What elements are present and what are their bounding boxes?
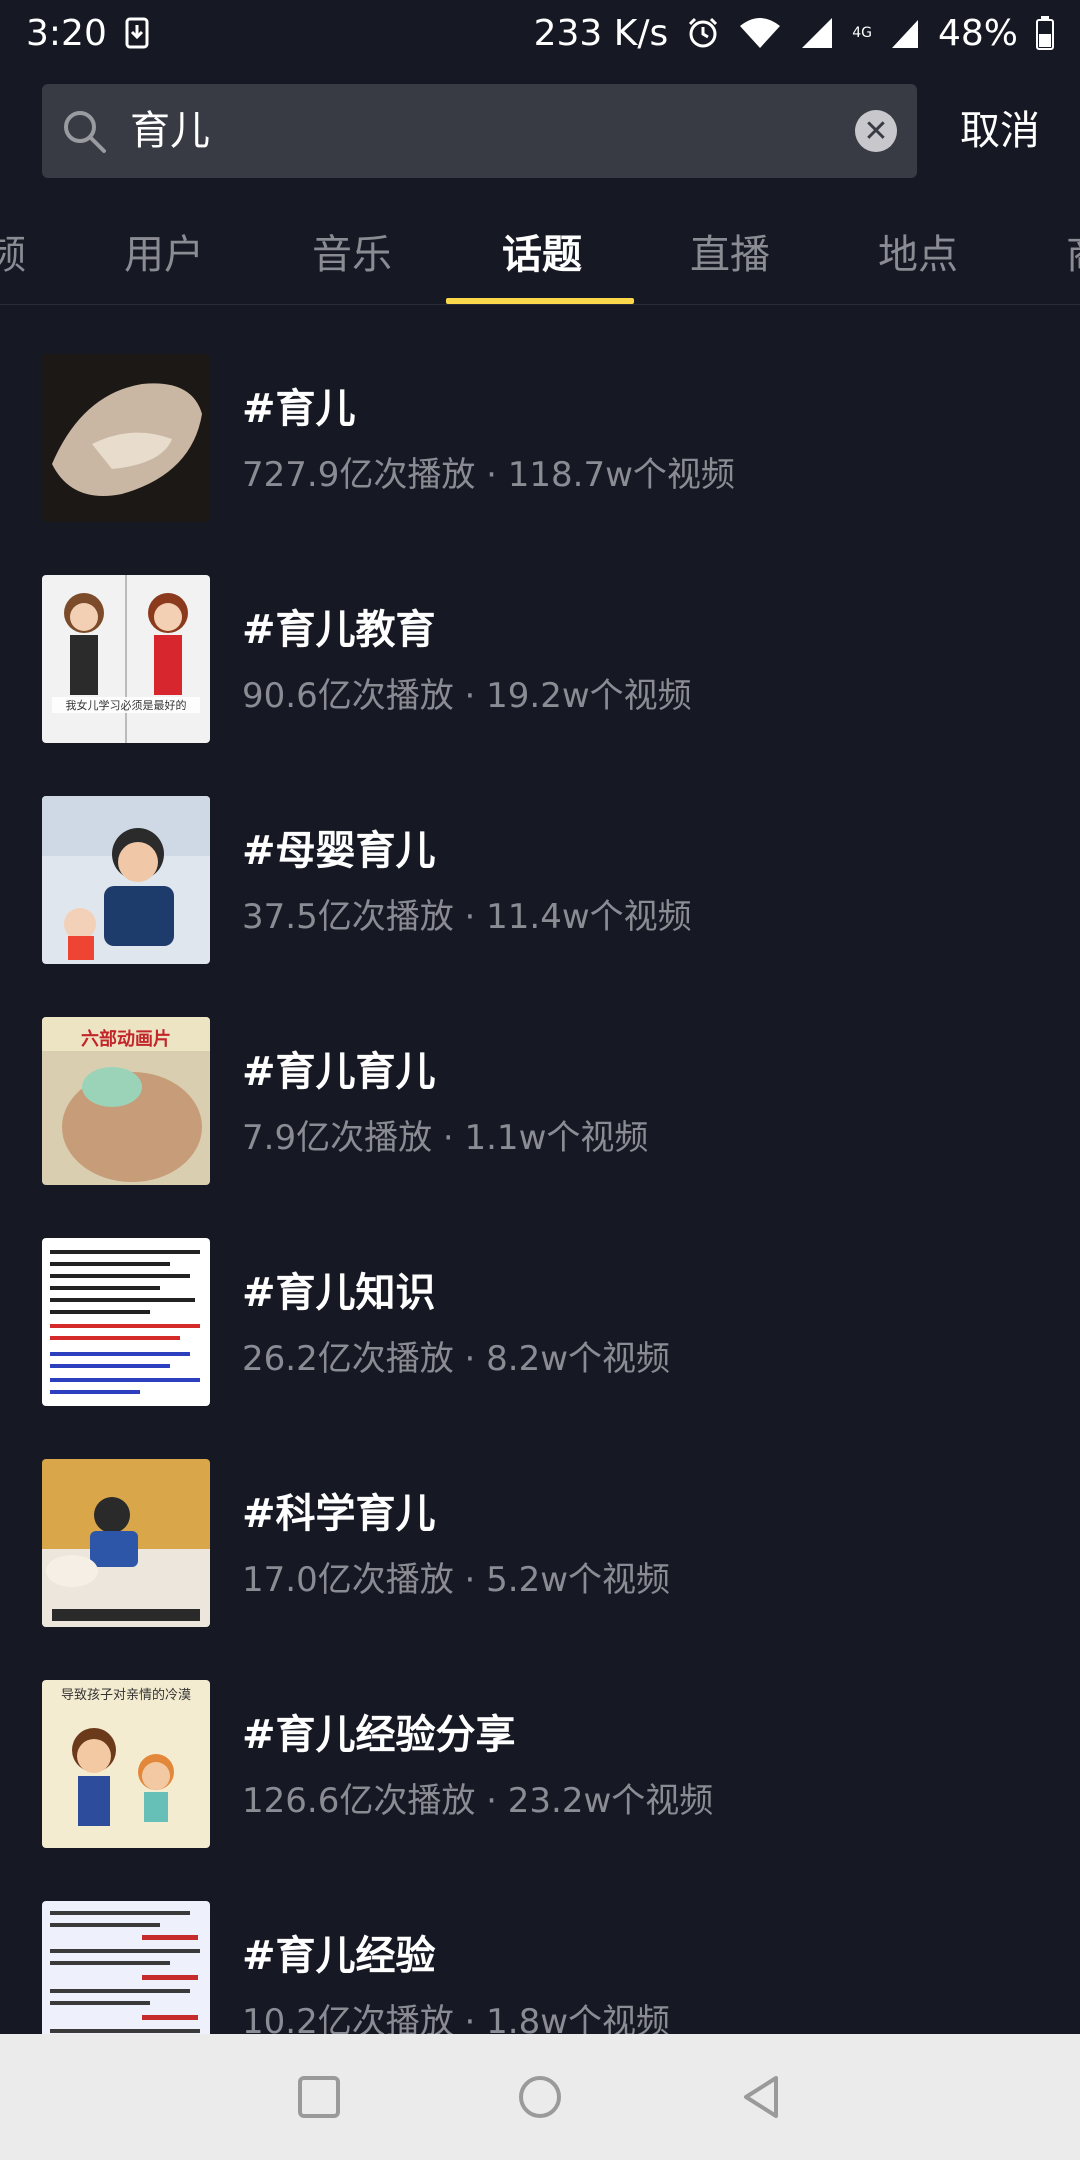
status-left: 3:20	[26, 13, 149, 54]
topic-row[interactable]: 我女儿学习必须是最好的 #育儿教育 90.6亿次播放 · 19.2w个视频	[0, 525, 1080, 746]
topic-thumbnail	[42, 796, 210, 964]
signal-icon	[802, 18, 833, 48]
topic-row[interactable]: #育儿知识 26.2亿次播放 · 8.2w个视频	[0, 1188, 1080, 1409]
home-icon[interactable]	[515, 2072, 565, 2122]
thumbnail-caption: 导致孩子对亲情的冷漠	[60, 1688, 191, 1703]
status-right: 233 K/s 4G 48%	[534, 13, 1054, 54]
cancel-button[interactable]: 取消	[960, 84, 1040, 178]
topic-thumbnail	[42, 1901, 210, 2034]
status-time: 3:20	[26, 12, 107, 54]
topic-thumbnail: 我女儿学习必须是最好的	[42, 575, 210, 743]
wifi-icon	[740, 18, 781, 48]
search-icon	[64, 111, 106, 153]
topic-thumbnail	[42, 1238, 210, 1406]
topic-stats: 26.2亿次播放 · 8.2w个视频	[242, 1339, 671, 1379]
topic-row[interactable]: #科学育儿 17.0亿次播放 · 5.2w个视频	[0, 1409, 1080, 1630]
tab-music[interactable]: 音乐	[312, 220, 392, 304]
topic-thumbnail	[42, 354, 210, 522]
recents-icon[interactable]	[294, 2072, 344, 2122]
tab-places[interactable]: 地点	[878, 220, 958, 304]
topic-row[interactable]: #母婴育儿 37.5亿次播放 · 11.4w个视频	[0, 746, 1080, 967]
topic-title: #育儿经验分享	[242, 1712, 516, 1758]
topic-stats: 7.9亿次播放 · 1.1w个视频	[242, 1118, 649, 1158]
tab-topics[interactable]: 话题	[502, 220, 582, 304]
topic-title: #育儿育儿	[242, 1049, 436, 1095]
topic-title: #育儿知识	[242, 1270, 436, 1316]
topic-title: #母婴育儿	[242, 828, 436, 874]
topic-thumbnail: 六部动画片	[42, 1017, 210, 1185]
topic-stats: 10.2亿次播放 · 1.8w个视频	[242, 2002, 671, 2034]
topic-row[interactable]: 六部动画片 #育儿育儿 7.9亿次播放 · 1.1w个视频	[0, 967, 1080, 1188]
topic-stats: 126.6亿次播放 · 23.2w个视频	[242, 1781, 714, 1821]
tab-video[interactable]: 频	[0, 220, 26, 304]
topic-thumbnail	[42, 1459, 210, 1627]
topic-title: #育儿教育	[242, 607, 436, 653]
topic-row[interactable]: #育儿经验 10.2亿次播放 · 1.8w个视频	[0, 1851, 1080, 2034]
thumbnail-caption: 六部动画片	[81, 1029, 171, 1050]
topic-stats: 727.9亿次播放 · 118.7w个视频	[242, 455, 735, 495]
topic-list: #育儿 727.9亿次播放 · 118.7w个视频 我女儿学习必须是最好的 #育…	[0, 304, 1080, 2034]
topic-title: #育儿经验	[242, 1933, 436, 1979]
status-bar: 3:20 233 K/s 4G 48%	[0, 0, 1080, 66]
topic-row[interactable]: 导致孩子对亲情的冷漠 #育儿经验分享 126.6亿次播放 · 23.2w个视频	[0, 1630, 1080, 1851]
tab-users[interactable]: 用户	[124, 220, 204, 304]
topic-stats: 90.6亿次播放 · 19.2w个视频	[242, 676, 692, 716]
topic-title: #育儿	[242, 386, 356, 432]
battery-icon	[1036, 16, 1054, 50]
thumbnail-caption: 我女儿学习必须是最好的	[65, 699, 187, 712]
clear-icon[interactable]: ✕	[855, 110, 897, 152]
result-tabs: 频 用户 音乐 话题 直播 地点 商	[0, 220, 1080, 305]
topic-title: #科学育儿	[242, 1491, 436, 1537]
topic-thumbnail: 导致孩子对亲情的冷漠	[42, 1680, 210, 1848]
topic-stats: 37.5亿次播放 · 11.4w个视频	[242, 897, 692, 937]
net-speed: 233 K/s	[533, 12, 669, 54]
alarm-icon	[689, 17, 718, 48]
back-icon[interactable]	[736, 2072, 786, 2122]
tab-shop[interactable]: 商	[1066, 220, 1080, 304]
battery-percent: 48%	[937, 12, 1018, 54]
topic-stats: 17.0亿次播放 · 5.2w个视频	[242, 1560, 671, 1600]
download-icon	[125, 17, 149, 49]
system-nav-bar	[0, 2034, 1080, 2160]
search-input[interactable]: 育儿 ✕	[42, 84, 917, 178]
search-row: 育儿 ✕ 取消	[0, 84, 1080, 178]
network-type: 4G	[852, 25, 872, 41]
tab-live[interactable]: 直播	[690, 220, 770, 304]
signal-icon-2	[891, 20, 918, 48]
topic-row[interactable]: #育儿 727.9亿次播放 · 118.7w个视频	[0, 304, 1080, 525]
search-query: 育儿	[130, 108, 210, 154]
